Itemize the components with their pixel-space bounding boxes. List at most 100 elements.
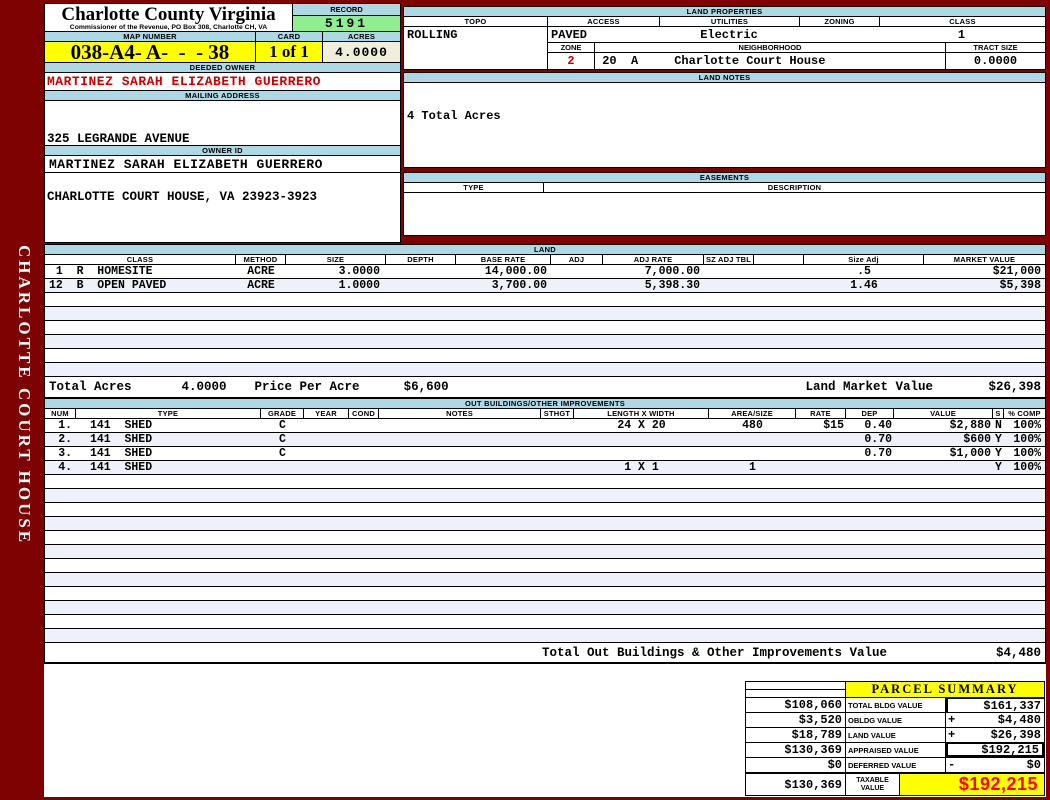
ob-cell <box>541 461 574 474</box>
ob-cell <box>796 433 846 446</box>
ob-cell <box>894 461 993 474</box>
ob-cell: $600 <box>894 433 993 446</box>
ob-row-empty <box>45 489 1045 503</box>
land-col-size-adj: Size Adj <box>804 255 924 264</box>
card-field[interactable]: 1 of 1 <box>256 42 323 62</box>
ob-cell <box>304 419 349 432</box>
parcel-summary-table: PARCEL SUMMARY $108,060 TOTAL BLDG VALUE… <box>745 681 1045 796</box>
ob-row-empty <box>45 615 1045 629</box>
neighborhood-label: NEIGHBORHOOD <box>595 43 946 53</box>
county-header: Charlotte County Virginia Commissioner o… <box>45 4 292 31</box>
ob-col-length-width: LENGTH X WIDTH <box>574 409 709 418</box>
neighborhood-value[interactable]: 20 A Charlotte Court House <box>595 53 946 69</box>
land-column-headers: CLASS METHOD SIZE DEPTH BASE RATE ADJ AD… <box>45 255 1045 265</box>
topo-value[interactable]: ROLLING <box>404 27 548 43</box>
land-cell: 7,000.00 <box>603 265 704 278</box>
tract-size-value[interactable]: 0.0000 <box>946 53 1045 69</box>
access-value[interactable]: PAVED <box>551 28 587 42</box>
class-value[interactable]: 1 <box>879 28 1044 42</box>
land-cell: 12 B OPEN PAVED <box>45 279 236 292</box>
ob-cell <box>379 433 541 446</box>
mailing-address-block[interactable]: 325 LEGRANDE AVENUE CHARLOTTE COURT HOUS… <box>45 101 400 146</box>
ob-col-cond: COND <box>349 409 379 418</box>
ob-col-notes: NOTES <box>379 409 541 418</box>
out-building-row-3[interactable]: 3. 141 SHED C 0.70 $1,000 Y 100% <box>45 447 1045 461</box>
land-cell <box>754 279 804 292</box>
ob-cell: 480 <box>709 419 796 432</box>
land-col-class: CLASS <box>45 255 236 264</box>
owner-id-value[interactable]: MARTINEZ SARAH ELIZABETH GUERRERO <box>45 156 400 173</box>
land-cell: 14,000.00 <box>456 265 551 278</box>
land-col-base-rate: BASE RATE <box>456 255 551 264</box>
land-cell: 3.0000 <box>286 265 386 278</box>
out-building-row-1[interactable]: 1. 141 SHED C 24 X 20 480 $15 0.40 $2,88… <box>45 419 1045 433</box>
easements-panel: EASEMENTS TYPE DESCRIPTION <box>403 172 1046 236</box>
appraised-value: $192,215 <box>961 743 1042 757</box>
record-number-field[interactable]: 5191 <box>293 16 400 31</box>
address-line-1: 325 LEGRANDE AVENUE <box>47 132 400 146</box>
land-cell <box>754 265 804 278</box>
ob-col-value: VALUE <box>894 409 993 418</box>
total-acres-label: Total Acres <box>45 380 132 394</box>
land-cell: 3,700.00 <box>456 279 551 292</box>
total-bldg-value: $161,337 <box>961 699 1044 713</box>
easements-column-headers: TYPE DESCRIPTION <box>404 183 1045 193</box>
ob-col-sthgt: STHGT <box>541 409 574 418</box>
ob-cell: C <box>261 419 304 432</box>
land-table-panel: LAND CLASS METHOD SIZE DEPTH BASE RATE A… <box>44 244 1046 398</box>
appraised-label: APPRAISED VALUE <box>846 743 946 757</box>
ob-col-area-size: AREA/SIZE <box>709 409 796 418</box>
land-cell: 1.0000 <box>286 279 386 292</box>
owner-id-header: OWNER ID <box>45 146 400 156</box>
current-total-bldg: $108,060 <box>746 698 846 712</box>
ob-total-label: Total Out Buildings & Other Improvements… <box>542 646 887 660</box>
parcel-summary-title: PARCEL SUMMARY <box>846 682 1044 697</box>
record-box: RECORD 5191 <box>292 4 400 31</box>
land-row-1[interactable]: 1 R HOMESITE ACRE 3.0000 14,000.00 7,000… <box>45 265 1045 279</box>
bottom-panel: PARCEL SUMMARY $108,060 TOTAL BLDG VALUE… <box>44 663 1046 797</box>
land-properties-header: LAND PROPERTIES <box>404 7 1045 17</box>
current-obldg: $3,520 <box>746 713 846 727</box>
zone-label: ZONE <box>548 43 595 53</box>
ob-row-empty <box>45 559 1045 573</box>
easements-header: EASEMENTS <box>404 173 1045 183</box>
out-building-row-4[interactable]: 4. 141 SHED 1 X 1 1 Y 100% <box>45 461 1045 475</box>
ob-cell <box>261 461 304 474</box>
ob-col-grade: GRADE <box>261 409 304 418</box>
utilities-value[interactable]: Electric <box>659 28 799 42</box>
ob-cell: 0.70 <box>846 447 894 460</box>
ob-cell <box>379 419 541 432</box>
land-cell <box>704 279 754 292</box>
map-number-field[interactable]: 038-A4- A- - - 38 <box>45 42 256 62</box>
sidebar-county-name: CHARLOTTE COURT HOUSE <box>7 183 41 607</box>
price-per-acre-label: Price Per Acre <box>255 380 360 394</box>
land-notes-text[interactable]: 4 Total Acres <box>404 83 1045 123</box>
ob-cell <box>709 433 796 446</box>
land-col-market-value: MARKET VALUE <box>924 255 1045 264</box>
land-cell: 1 R HOMESITE <box>45 265 236 278</box>
parcel-summary-header-row: PARCEL SUMMARY <box>746 682 1044 697</box>
ob-row-empty <box>45 573 1045 587</box>
ob-cell: C <box>261 433 304 446</box>
out-building-row-2[interactable]: 2. 141 SHED C 0.70 $600 Y 100% <box>45 433 1045 447</box>
land-table-header: LAND <box>45 245 1045 255</box>
land-col-method: METHOD <box>236 255 286 264</box>
ob-cell <box>541 419 574 432</box>
land-row-2[interactable]: 12 B OPEN PAVED ACRE 1.0000 3,700.00 5,3… <box>45 279 1045 293</box>
ob-cell: $1,000 <box>894 447 993 460</box>
land-value: $26,398 <box>959 728 1044 742</box>
deeded-owner-header: DEEDED OWNER <box>45 63 400 73</box>
ob-cell <box>379 461 541 474</box>
appraised-value-cell: $192,215 <box>946 742 1044 757</box>
ob-col-rate: RATE <box>796 409 846 418</box>
acres-field[interactable]: 4.0000 <box>323 42 400 62</box>
land-cell: ACRE <box>236 265 286 278</box>
land-rows: 1 R HOMESITE ACRE 3.0000 14,000.00 7,000… <box>45 265 1045 377</box>
land-row-empty <box>45 363 1045 377</box>
deeded-owner-value[interactable]: MARTINEZ SARAH ELIZABETH GUERRERO <box>45 73 400 91</box>
land-notes-panel: LAND NOTES 4 Total Acres <box>403 72 1046 168</box>
land-cell: 1.46 <box>804 279 924 292</box>
commissioner-line: Commissioner of the Revenue, PO Box 308,… <box>45 24 292 31</box>
zone-value[interactable]: 2 <box>548 53 595 69</box>
ob-cell: C <box>261 447 304 460</box>
